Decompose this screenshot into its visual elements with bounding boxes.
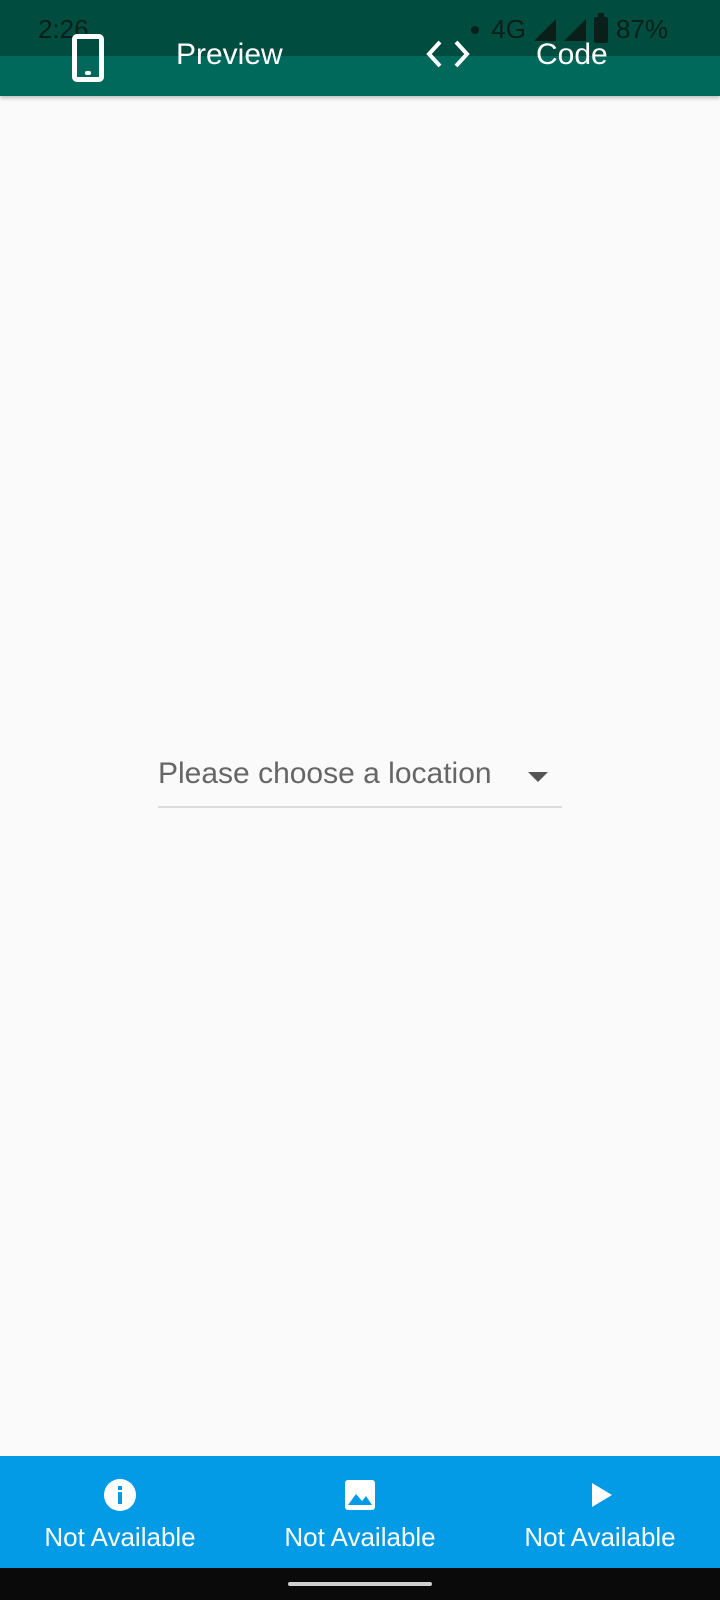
battery-level: 87%: [615, 14, 668, 44]
notification-dot-icon: [471, 25, 480, 34]
bottom-nav-item-image[interactable]: Not Available: [240, 1456, 480, 1568]
code-icon: [426, 40, 470, 68]
location-dropdown[interactable]: Please choose a location: [158, 752, 562, 808]
system-navigation-bar: [0, 1568, 720, 1600]
tab-code-label: Code: [536, 38, 608, 71]
bottom-nav-item-play[interactable]: Not Available: [480, 1456, 720, 1568]
bottom-nav-label: Not Available: [44, 1522, 196, 1552]
bottom-nav-item-info[interactable]: Not Available: [0, 1456, 240, 1568]
app-bar: Preview Code: [0, 34, 720, 96]
screen: 2:26 4G 87% Preview Code Please choose a…: [0, 0, 720, 1600]
bottom-nav-label: Not Available: [524, 1522, 676, 1552]
home-gesture-handle[interactable]: [288, 1582, 432, 1586]
location-dropdown-placeholder: Please choose a location: [158, 757, 492, 790]
bottom-navigation: Not Available Not Available Not Availabl…: [0, 1456, 720, 1568]
network-type: 4G: [491, 14, 526, 44]
play-icon: [592, 1483, 612, 1507]
info-icon: [104, 1479, 136, 1511]
status-bar: 2:26 4G 87%: [0, 0, 720, 56]
tab-code[interactable]: Code: [0, 38, 720, 96]
arrow-drop-down-icon: [528, 772, 548, 782]
bottom-nav-label: Not Available: [284, 1522, 436, 1552]
image-icon: [345, 1480, 375, 1510]
